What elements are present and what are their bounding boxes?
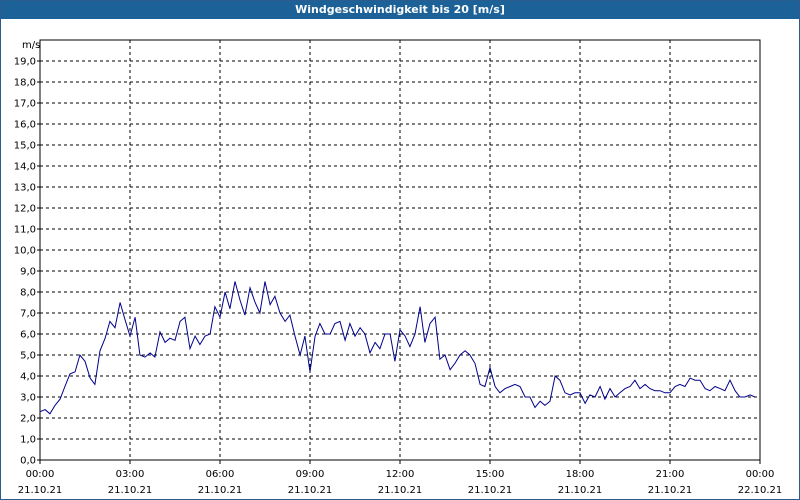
x-tick-time-label: 15:00: [476, 469, 505, 480]
x-tick-time-label: 00:00: [746, 469, 775, 480]
x-tick-time-label: 03:00: [116, 469, 145, 480]
x-axis-ticks: 00:00 21.10.21 03:00 21.10.21 06:00 21.10.21 0…: [18, 469, 783, 496]
y-tick-label: 7,0: [20, 309, 36, 320]
wind-speed-series-line: [39, 281, 756, 415]
y-tick-label: 5,0: [20, 351, 36, 362]
x-tick-time-label: 06:00: [206, 469, 235, 480]
y-tick-label: 16,0: [14, 120, 36, 131]
y-tick-label: 3,0: [20, 393, 36, 404]
y-axis-label: m/s: [22, 40, 40, 51]
x-tick-date-label: 21.10.21: [558, 485, 603, 496]
y-tick-label: 15,0: [14, 141, 36, 152]
x-tick-date-label: 22.10.21: [738, 485, 783, 496]
y-axis-ticks: 0,0 1,0 2,0 3,0 4,0 5,0 6,0 7,0 8,0 9,0 10,0 11,0 12…: [14, 57, 36, 467]
x-tick-time-label: 18:00: [566, 469, 595, 480]
x-tick-time-label: 12:00: [386, 469, 415, 480]
y-tick-label: 9,0: [20, 267, 36, 278]
y-tick-label: 13,0: [14, 183, 36, 194]
y-tick-label: 18,0: [14, 78, 36, 89]
x-tick-time-label: 09:00: [296, 469, 325, 480]
x-tick-date-label: 21.10.21: [648, 485, 693, 496]
x-tick-date-label: 21.10.21: [468, 485, 513, 496]
x-tick-time-label: 00:00: [26, 469, 55, 480]
x-tick-date-label: 21.10.21: [198, 485, 243, 496]
y-tick-label: 10,0: [14, 246, 36, 257]
y-tick-label: 12,0: [14, 204, 36, 215]
grid-lines: [37, 40, 761, 464]
y-tick-label: 1,0: [20, 435, 36, 446]
y-tick-label: 0,0: [20, 456, 36, 467]
y-tick-label: 8,0: [20, 288, 36, 299]
y-tick-label: 19,0: [14, 57, 36, 68]
y-tick-label: 11,0: [14, 225, 36, 236]
y-tick-label: 17,0: [14, 99, 36, 110]
y-tick-label: 14,0: [14, 162, 36, 173]
wind-speed-chart: 0,0 1,0 2,0 3,0 4,0 5,0 6,0 7,0 8,0 9,0 10,0 11,0 12…: [14, 39, 783, 496]
x-tick-date-label: 21.10.21: [288, 485, 333, 496]
y-tick-label: 2,0: [20, 414, 36, 425]
x-tick-time-label: 21:00: [656, 469, 685, 480]
y-tick-label: 6,0: [20, 330, 36, 341]
x-tick-date-label: 21.10.21: [378, 485, 423, 496]
x-tick-date-label: 21.10.21: [108, 485, 153, 496]
y-tick-label: 4,0: [20, 372, 36, 383]
x-tick-date-label: 21.10.21: [18, 485, 63, 496]
